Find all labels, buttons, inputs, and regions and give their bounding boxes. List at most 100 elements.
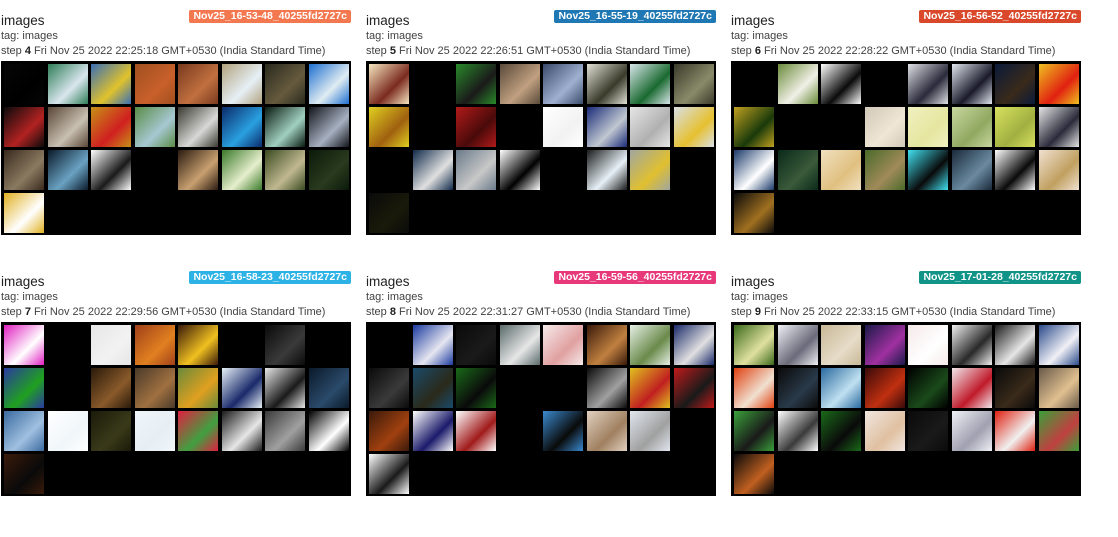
image-thumbnail bbox=[586, 368, 627, 408]
image-grid[interactable] bbox=[1, 61, 351, 235]
image-thumbnail bbox=[4, 454, 44, 494]
image-thumbnail bbox=[308, 150, 349, 190]
image-thumbnail bbox=[308, 64, 349, 104]
image-thumbnail bbox=[630, 411, 670, 451]
image-thumbnail bbox=[47, 107, 88, 147]
image-thumbnail bbox=[1038, 325, 1079, 365]
image-thumbnail bbox=[630, 368, 670, 408]
image-thumbnail bbox=[178, 368, 218, 408]
image-dashboard: { "cards": [ { "title": "images", "run":… bbox=[0, 0, 1118, 537]
image-thumbnail bbox=[4, 150, 44, 190]
image-card: images Nov25_16-58-23_40255fd2727c tag: im… bbox=[1, 271, 351, 501]
image-grid[interactable] bbox=[731, 322, 1081, 496]
step-number: 8 bbox=[389, 306, 396, 318]
image-thumbnail bbox=[221, 368, 262, 408]
step-info: step 4 Fri Nov 25 2022 22:25:18 GMT+0530… bbox=[1, 45, 325, 57]
image-thumbnail bbox=[586, 325, 627, 365]
image-thumbnail bbox=[308, 411, 349, 451]
image-thumbnail bbox=[995, 150, 1035, 190]
image-thumbnail bbox=[543, 150, 583, 190]
image-thumbnail bbox=[995, 325, 1035, 365]
image-thumbnail bbox=[369, 368, 409, 408]
image-thumbnail bbox=[47, 368, 88, 408]
step-timestamp: Fri Nov 25 2022 22:26:51 GMT+0530 (India… bbox=[399, 45, 691, 57]
image-thumbnail bbox=[777, 411, 818, 451]
image-thumbnail bbox=[673, 107, 714, 147]
image-thumbnail bbox=[1038, 107, 1079, 147]
image-thumbnail bbox=[369, 454, 409, 494]
image-thumbnail bbox=[265, 325, 305, 365]
image-thumbnail bbox=[369, 150, 409, 190]
image-thumbnail bbox=[221, 150, 262, 190]
image-thumbnail bbox=[864, 150, 905, 190]
image-thumbnail bbox=[821, 107, 861, 147]
card-title: images bbox=[1, 13, 45, 28]
step-label: step bbox=[1, 45, 22, 57]
image-thumbnail bbox=[821, 150, 861, 190]
image-thumbnail bbox=[456, 64, 496, 104]
image-card: images Nov25_17-01-28_40255fd2727c tag: im… bbox=[731, 271, 1081, 501]
image-thumbnail bbox=[673, 325, 714, 365]
image-thumbnail bbox=[821, 64, 861, 104]
image-thumbnail bbox=[456, 150, 496, 190]
image-grid[interactable] bbox=[366, 61, 716, 235]
image-thumbnail bbox=[456, 325, 496, 365]
image-thumbnail bbox=[265, 64, 305, 104]
step-label: step bbox=[731, 45, 752, 57]
image-thumbnail bbox=[1038, 411, 1079, 451]
image-thumbnail bbox=[673, 150, 714, 190]
image-thumbnail bbox=[4, 325, 44, 365]
image-thumbnail bbox=[134, 368, 175, 408]
image-thumbnail bbox=[4, 64, 44, 104]
image-thumbnail bbox=[673, 411, 714, 451]
image-thumbnail bbox=[134, 411, 175, 451]
image-thumbnail bbox=[908, 150, 948, 190]
step-timestamp: Fri Nov 25 2022 22:28:22 GMT+0530 (India… bbox=[764, 45, 1056, 57]
image-card: images Nov25_16-53-48_40255fd2727c tag: im… bbox=[1, 10, 351, 240]
image-thumbnail bbox=[673, 64, 714, 104]
image-thumbnail bbox=[951, 325, 992, 365]
image-thumbnail bbox=[908, 107, 948, 147]
image-thumbnail bbox=[777, 325, 818, 365]
image-thumbnail bbox=[221, 64, 262, 104]
image-thumbnail bbox=[456, 411, 496, 451]
card-title: images bbox=[366, 13, 410, 28]
image-grid[interactable] bbox=[731, 61, 1081, 235]
image-thumbnail bbox=[134, 325, 175, 365]
step-info: step 9 Fri Nov 25 2022 22:33:15 GMT+0530… bbox=[731, 306, 1055, 318]
step-label: step bbox=[1, 306, 22, 318]
image-thumbnail bbox=[4, 411, 44, 451]
run-name-badge: Nov25_16-56-52_40255fd2727c bbox=[919, 10, 1081, 23]
image-thumbnail bbox=[630, 150, 670, 190]
step-info: step 7 Fri Nov 25 2022 22:29:56 GMT+0530… bbox=[1, 306, 325, 318]
image-thumbnail bbox=[178, 64, 218, 104]
step-label: step bbox=[366, 45, 387, 57]
image-thumbnail bbox=[951, 411, 992, 451]
card-title: images bbox=[366, 274, 410, 289]
image-thumbnail bbox=[864, 107, 905, 147]
image-thumbnail bbox=[821, 325, 861, 365]
image-thumbnail bbox=[265, 107, 305, 147]
image-card: images Nov25_16-56-52_40255fd2727c tag: im… bbox=[731, 10, 1081, 240]
image-thumbnail bbox=[673, 368, 714, 408]
image-thumbnail bbox=[499, 368, 540, 408]
image-thumbnail bbox=[369, 325, 409, 365]
image-thumbnail bbox=[134, 107, 175, 147]
image-thumbnail bbox=[586, 411, 627, 451]
image-thumbnail bbox=[178, 411, 218, 451]
image-grid[interactable] bbox=[1, 322, 351, 496]
image-thumbnail bbox=[543, 411, 583, 451]
image-card: images Nov25_16-59-56_40255fd2727c tag: im… bbox=[366, 271, 716, 501]
image-thumbnail bbox=[412, 64, 453, 104]
tag-label: tag: images bbox=[731, 30, 788, 42]
image-thumbnail bbox=[91, 150, 131, 190]
image-thumbnail bbox=[864, 368, 905, 408]
image-thumbnail bbox=[4, 193, 44, 233]
image-thumbnail bbox=[91, 107, 131, 147]
image-thumbnail bbox=[4, 368, 44, 408]
image-thumbnail bbox=[91, 64, 131, 104]
image-thumbnail bbox=[456, 107, 496, 147]
image-grid[interactable] bbox=[366, 322, 716, 496]
image-thumbnail bbox=[995, 107, 1035, 147]
image-thumbnail bbox=[777, 64, 818, 104]
